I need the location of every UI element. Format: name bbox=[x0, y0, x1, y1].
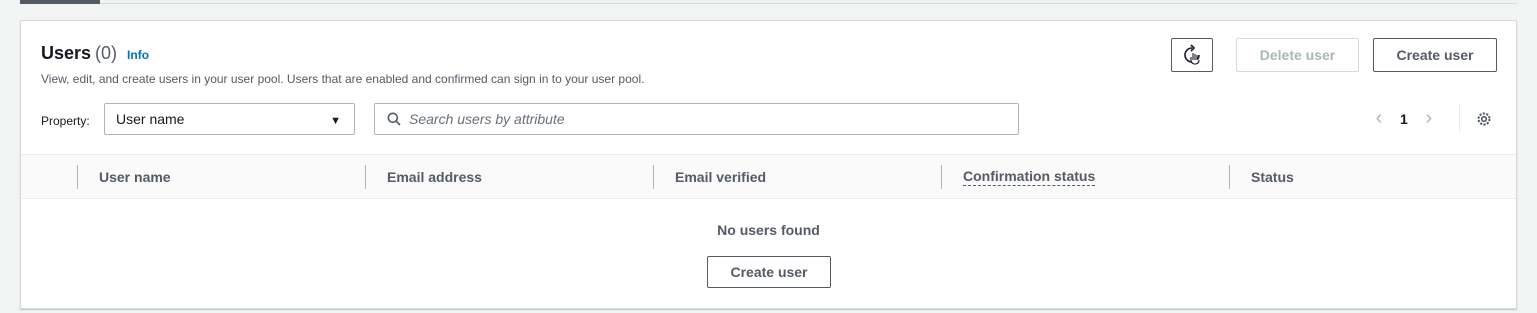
pagination: ‹ 1 › bbox=[1374, 107, 1434, 130]
column-divider bbox=[365, 165, 366, 189]
search-input[interactable]: Search users by attribute bbox=[374, 103, 1019, 135]
table-header: User name Email address Email verified C… bbox=[21, 154, 1516, 199]
panel-description: View, edit, and create users in your use… bbox=[41, 72, 645, 86]
property-select-value: User name bbox=[116, 111, 185, 127]
column-header-email-verified[interactable]: Email verified bbox=[675, 155, 766, 198]
column-header-user-name[interactable]: User name bbox=[99, 155, 171, 198]
column-header-confirmation-status[interactable]: Confirmation status bbox=[963, 155, 1096, 198]
panel-header: Users (0) Info bbox=[41, 43, 149, 64]
confirmation-status-label: Confirmation status bbox=[963, 167, 1096, 186]
tabs-bar bbox=[20, 0, 1517, 4]
column-divider bbox=[653, 165, 654, 189]
panel-title: Users bbox=[41, 43, 92, 63]
column-divider bbox=[941, 165, 942, 189]
search-icon bbox=[387, 112, 401, 126]
column-divider bbox=[77, 165, 78, 189]
current-page[interactable]: 1 bbox=[1400, 111, 1408, 127]
caret-down-icon: ▼ bbox=[330, 115, 341, 127]
delete-user-button[interactable]: Delete user bbox=[1236, 38, 1359, 72]
search-placeholder: Search users by attribute bbox=[409, 111, 565, 127]
create-user-button[interactable]: Create user bbox=[1373, 38, 1497, 72]
refresh-icon bbox=[1184, 44, 1200, 65]
property-label: Property: bbox=[41, 114, 90, 128]
column-divider bbox=[1229, 165, 1230, 189]
chevron-left-icon[interactable]: ‹ bbox=[1374, 107, 1384, 130]
users-panel: Users (0) Info View, edit, and create us… bbox=[20, 20, 1517, 309]
column-header-email-address[interactable]: Email address bbox=[387, 155, 482, 198]
empty-state-create-user-button[interactable]: Create user bbox=[707, 256, 831, 288]
active-tab-indicator bbox=[20, 0, 100, 4]
chevron-right-icon[interactable]: › bbox=[1424, 107, 1434, 130]
user-count: (0) bbox=[95, 43, 118, 63]
empty-state-text: No users found bbox=[717, 222, 820, 238]
gear-icon[interactable] bbox=[1476, 111, 1492, 127]
refresh-button[interactable] bbox=[1171, 38, 1213, 72]
column-header-status[interactable]: Status bbox=[1251, 155, 1294, 198]
pagination-divider bbox=[1459, 105, 1460, 133]
property-select[interactable]: User name ▼ bbox=[104, 103, 355, 135]
info-link[interactable]: Info bbox=[127, 48, 149, 62]
